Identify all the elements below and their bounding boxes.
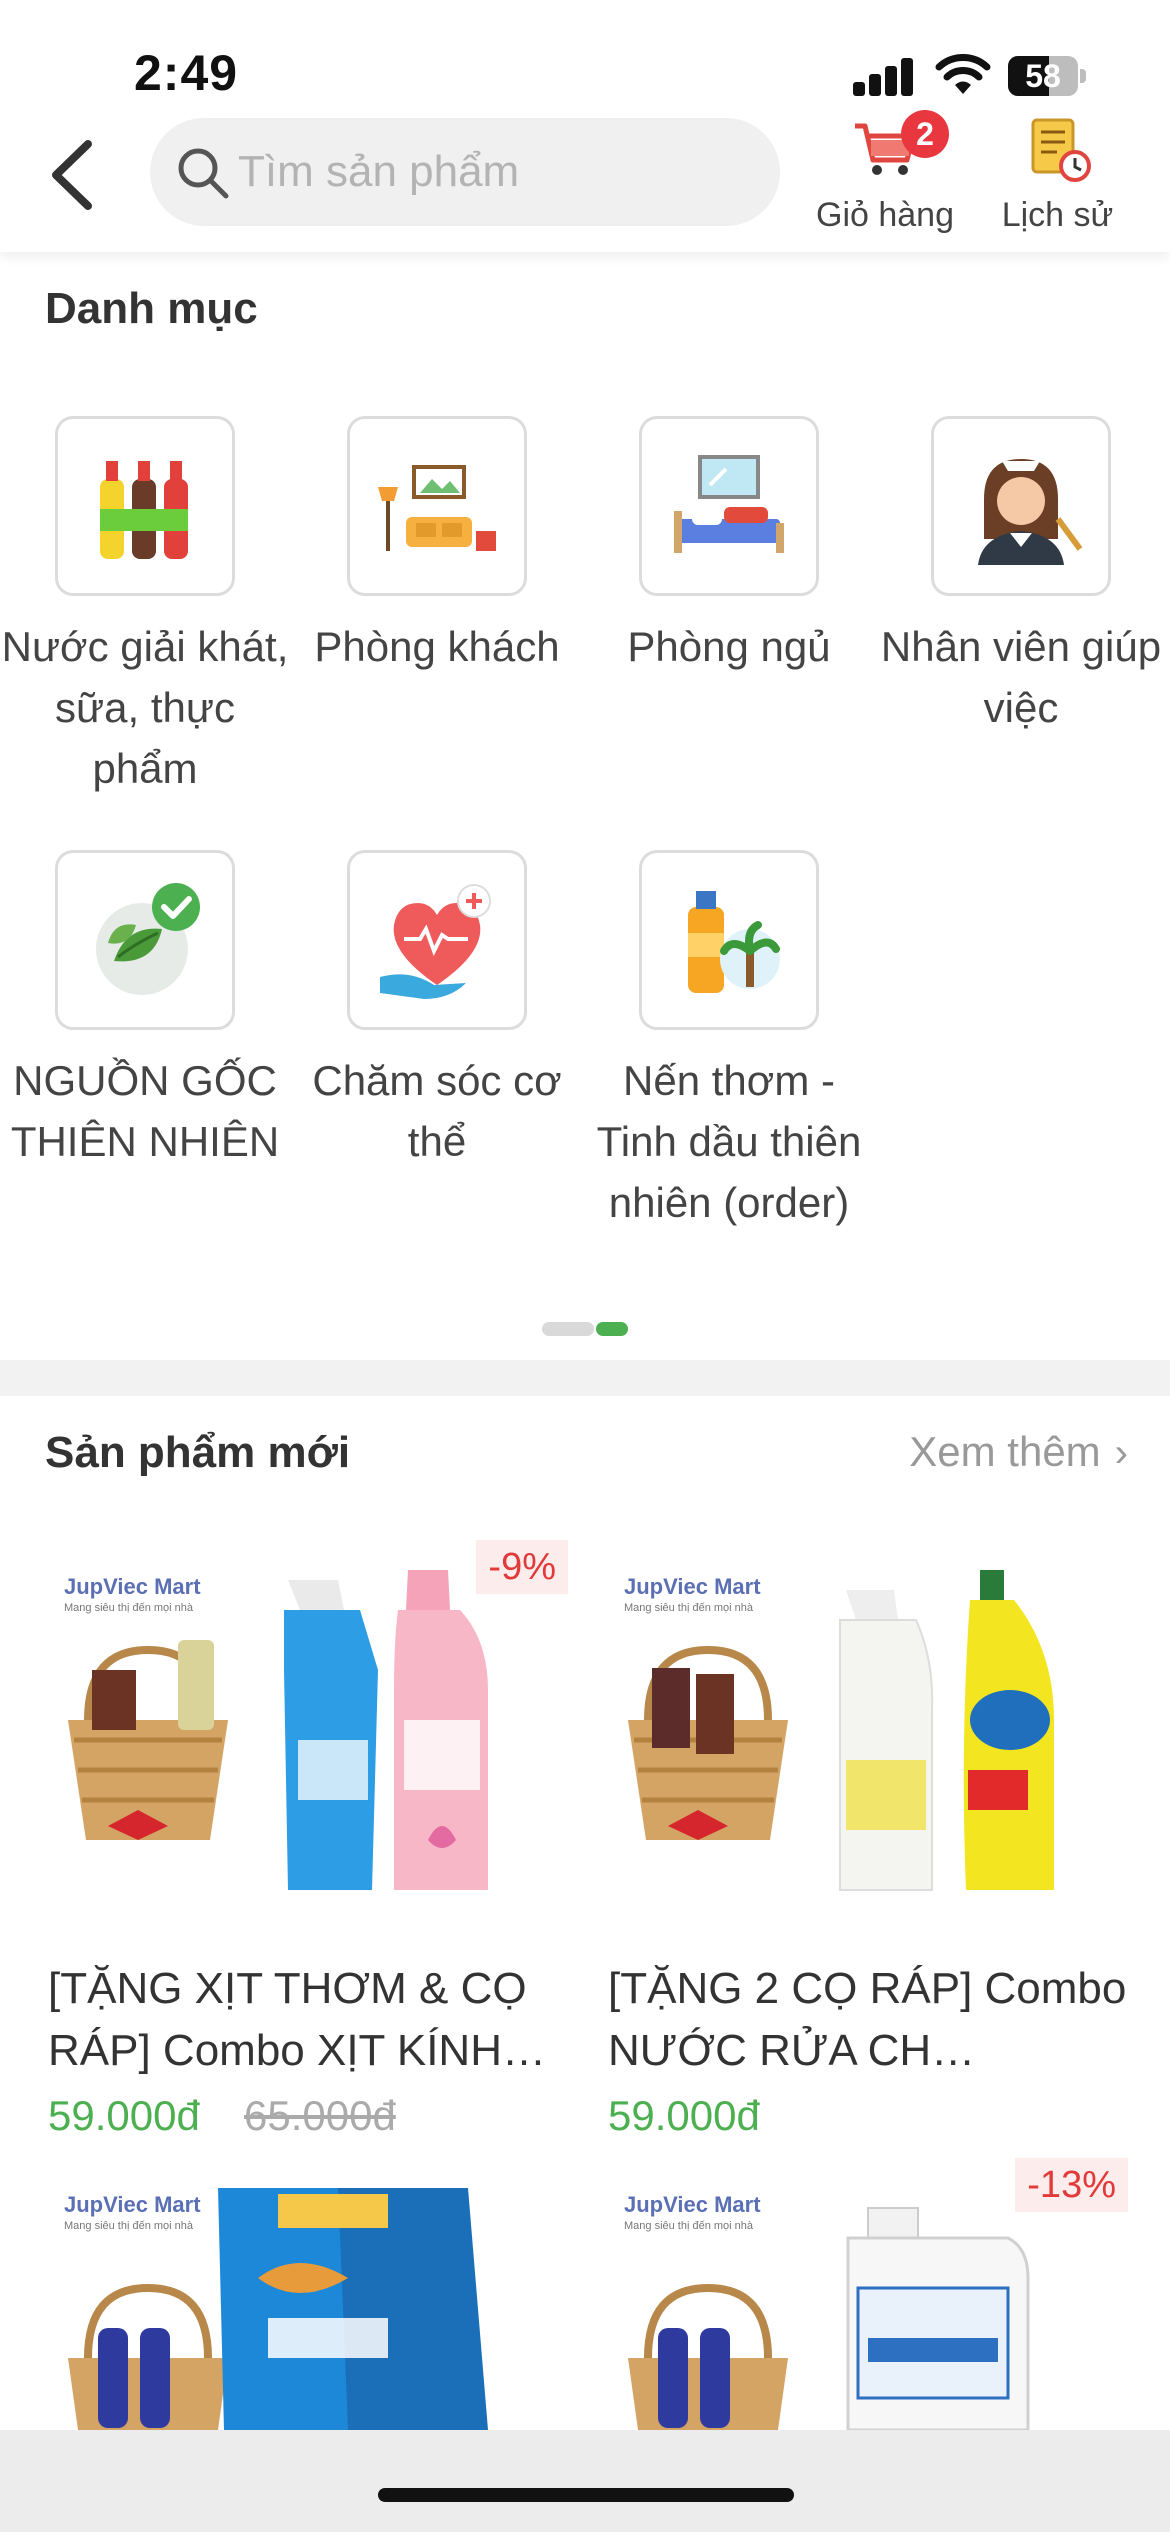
order-history-icon	[1031, 118, 1091, 182]
category-label: NGUỒN GỐC THIÊN NHIÊN	[10, 1057, 280, 1165]
essential-oil-icon	[688, 891, 780, 993]
category-tile	[931, 416, 1111, 596]
status-time: 2:49	[134, 45, 239, 101]
category-tile	[639, 850, 819, 1030]
soft-drinks-icon	[100, 461, 188, 559]
brand-tagline: Mang siêu thị đến mọi nhà	[624, 1602, 754, 1614]
category-label: Nước giải khát, sữa, thực phẩm	[1, 623, 289, 792]
brand-name: JupViec Mart	[624, 1574, 761, 1599]
product-image	[68, 1570, 488, 1890]
category-label: Phòng ngủ	[627, 623, 831, 670]
category-tile	[347, 850, 527, 1030]
brand-logo: JupViec Mart	[624, 1574, 761, 1600]
search-icon	[178, 148, 229, 199]
chevron-right-icon: ›	[1114, 1431, 1128, 1475]
category-tile	[55, 850, 235, 1030]
brand-name: JupViec Mart	[64, 1574, 201, 1599]
category-tile	[347, 416, 527, 596]
category-tile	[55, 416, 235, 596]
home-indicator[interactable]	[378, 2488, 794, 2502]
category-label: Nhân viên giúp việc	[880, 623, 1162, 731]
brand-name: JupViec Mart	[64, 2192, 201, 2217]
brand-tagline: Mang siêu thị đến mọi nhà	[64, 2220, 194, 2232]
product-title: [TẶNG XỊT THƠM & CỌ RÁP] Combo XỊT KÍNH…	[48, 1964, 546, 2075]
top-bar: 2 Giỏ hàng Lịch sử	[0, 110, 1170, 252]
living-room-icon	[378, 465, 496, 551]
product-title: [TẶNG 2 CỌ RÁP] Combo NƯỚC RỬA CH…	[608, 1964, 1127, 2075]
home-bar-area	[0, 2430, 1170, 2532]
history-button[interactable]: Lịch sử	[990, 110, 1125, 252]
brand-logo: JupViec Mart	[64, 1574, 201, 1600]
housekeeper-icon	[978, 459, 1083, 565]
discount-badge: -9%	[476, 1540, 568, 1594]
back-arrow-icon[interactable]	[38, 130, 108, 220]
category-tile	[639, 416, 819, 596]
category-page-indicator	[542, 1322, 628, 1336]
search-bar[interactable]	[150, 118, 780, 226]
category-label: Chăm sóc cơ thể	[312, 1057, 562, 1165]
cart-label: Giỏ hàng	[816, 196, 954, 234]
history-label: Lịch sử	[1001, 196, 1114, 234]
bedroom-icon	[674, 455, 784, 553]
brand-logo: JupViec Mart	[624, 2192, 761, 2218]
category-label: Phòng khách	[314, 623, 560, 670]
category-label: Nến thơm - Tinh dầu thiên nhiên (order)	[596, 1057, 862, 1226]
cellular-signal-icon	[853, 58, 915, 96]
see-more-label: Xem thêm	[909, 1428, 1101, 1475]
product-image	[628, 1570, 1054, 1891]
brand-tagline: Mang siêu thị đến mọi nhà	[64, 1602, 194, 1614]
new-products-title: Sản phẩm mới	[45, 1428, 351, 1477]
brand-logo: JupViec Mart	[64, 2192, 201, 2218]
natural-leaf-icon	[96, 883, 200, 995]
body-care-icon	[380, 884, 491, 999]
status-bar: 2:49 58	[0, 0, 1170, 110]
wifi-icon	[935, 54, 991, 94]
product-price: 59.000đ	[48, 2092, 200, 2139]
product-old-price: 65.000đ	[244, 2092, 396, 2139]
cart-count-badge: 2	[901, 110, 949, 158]
brand-tagline: Mang siêu thị đến mọi nhà	[624, 2220, 754, 2232]
brand-name: JupViec Mart	[624, 2192, 761, 2217]
categories-title: Danh mục	[45, 284, 258, 333]
product-price: 59.000đ	[608, 2092, 760, 2139]
cart-button[interactable]: 2 Giỏ hàng	[805, 110, 965, 252]
page-dot	[542, 1322, 594, 1336]
battery-icon: 58	[1008, 56, 1086, 96]
battery-level: 58	[1025, 58, 1061, 94]
discount-badge: -13%	[1015, 2158, 1128, 2212]
search-input[interactable]	[238, 118, 758, 226]
see-more-link[interactable]: Xem thêm ›	[909, 1428, 1128, 1476]
section-divider	[0, 1360, 1170, 1396]
page-dot-active	[596, 1322, 628, 1336]
